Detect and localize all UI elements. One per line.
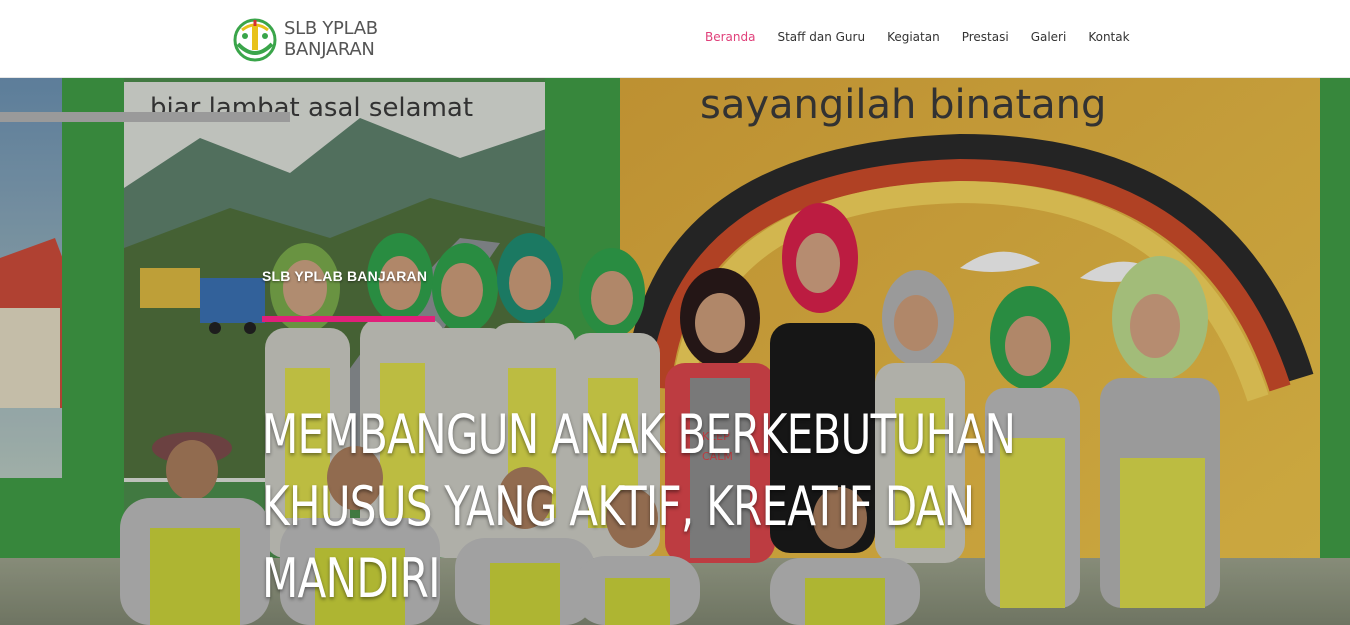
logo-line-2: BANJARAN <box>284 39 375 60</box>
nav-item-staff-dan-guru[interactable]: Staff dan Guru <box>777 30 865 44</box>
school-emblem-icon <box>233 18 277 62</box>
hero-kicker-underline <box>262 316 435 322</box>
logo-line-1: SLB YPLAB <box>284 18 378 39</box>
site-header: SLB YPLAB BANJARAN Beranda Staff dan Gur… <box>0 0 1350 78</box>
hero-headline-line-3: MANDIRI <box>262 547 441 611</box>
main-nav: Beranda Staff dan Guru Kegiatan Prestasi… <box>705 30 1130 44</box>
hero-section: biar lambat asal selamat sayangilah bina… <box>0 78 1350 625</box>
hero-headline-line-1: MEMBANGUN ANAK BERKEBUTUHAN <box>262 403 1016 467</box>
nav-item-galeri[interactable]: Galeri <box>1031 30 1067 44</box>
logo-text: SLB YPLAB BANJARAN <box>284 18 378 60</box>
hero-kicker: SLB YPLAB BANJARAN <box>262 268 428 284</box>
hero-headline: MEMBANGUN ANAK BERKEBUTUHAN KHUSUS YANG … <box>262 399 1016 615</box>
hero-headline-line-2: KHUSUS YANG AKTIF, KREATIF DAN <box>262 475 975 539</box>
nav-item-prestasi[interactable]: Prestasi <box>962 30 1009 44</box>
site-logo-link[interactable]: SLB YPLAB BANJARAN <box>232 14 378 64</box>
nav-item-kegiatan[interactable]: Kegiatan <box>887 30 940 44</box>
nav-item-beranda[interactable]: Beranda <box>705 30 755 44</box>
nav-item-kontak[interactable]: Kontak <box>1088 30 1129 44</box>
